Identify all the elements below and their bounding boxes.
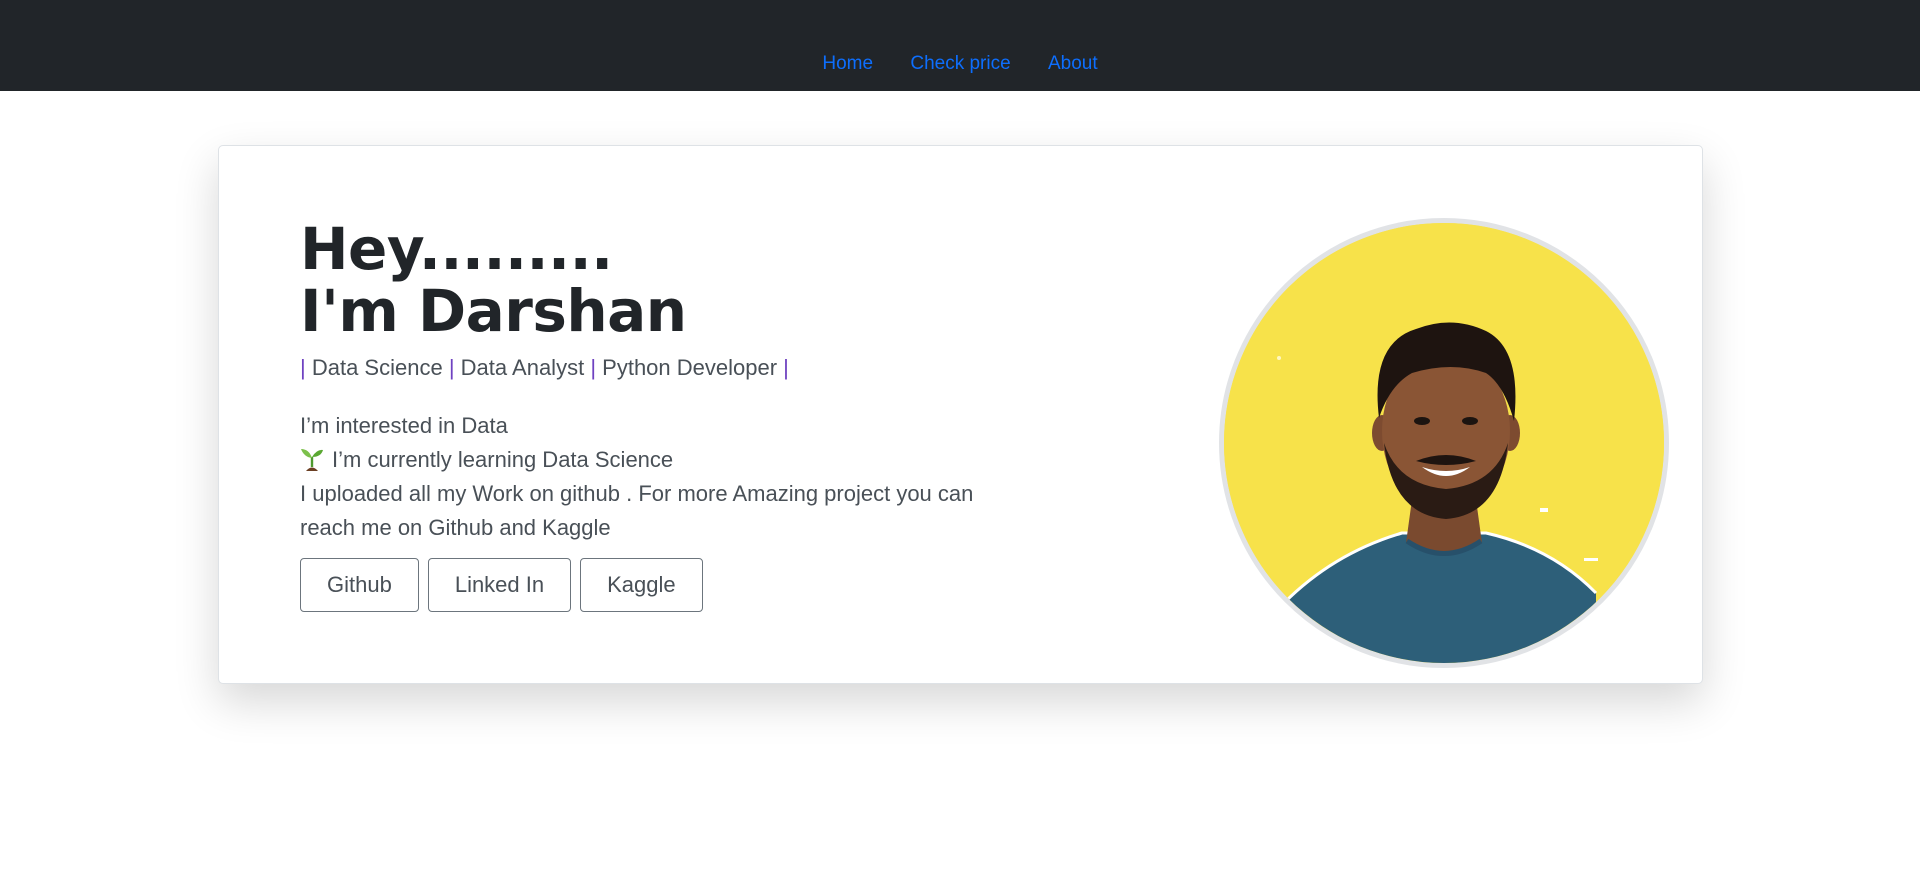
bio-line-2: I’m currently learning Data Science <box>300 443 1030 477</box>
nav-links: Home Check price About <box>0 50 1920 78</box>
nav-about-link[interactable]: About <box>1048 50 1098 78</box>
nav-check-price-link[interactable]: Check price <box>910 50 1010 78</box>
bio-line-1: I’m interested in Data <box>300 413 508 438</box>
linkedin-button[interactable]: Linked In <box>427 558 572 612</box>
separator: | <box>300 355 306 380</box>
bio-line-2-text: I’m currently learning Data Science <box>332 447 674 472</box>
separator: | <box>448 355 455 380</box>
seedling-icon <box>300 445 324 471</box>
role-data-analyst: Data Analyst <box>460 355 585 380</box>
separator: | <box>783 355 789 380</box>
roles-subtitle: | Data Science | Data Analyst | Python D… <box>300 353 789 383</box>
profile-photo <box>1219 218 1669 668</box>
profile-photo-illustration <box>1224 223 1664 663</box>
social-buttons: Github Linked In Kaggle <box>300 558 703 612</box>
nav-home-link[interactable]: Home <box>822 50 873 78</box>
greeting-text: Hey......... <box>300 215 613 283</box>
role-python-developer: Python Developer <box>602 355 778 380</box>
separator: | <box>590 355 597 380</box>
profile-card: Hey......... I'm Darshan | Data Science … <box>218 145 1703 684</box>
name-text: I'm Darshan <box>300 277 687 345</box>
bio-text: I’m interested in Data I’m currently lea… <box>300 409 1030 545</box>
hero-headline: Hey......... I'm Darshan <box>300 218 687 342</box>
github-button[interactable]: Github <box>300 558 419 612</box>
bio-line-3: I uploaded all my Work on github . For m… <box>300 481 974 540</box>
role-data-science: Data Science <box>311 355 443 380</box>
top-navbar: Home Check price About <box>0 0 1920 91</box>
kaggle-button[interactable]: Kaggle <box>580 558 703 612</box>
